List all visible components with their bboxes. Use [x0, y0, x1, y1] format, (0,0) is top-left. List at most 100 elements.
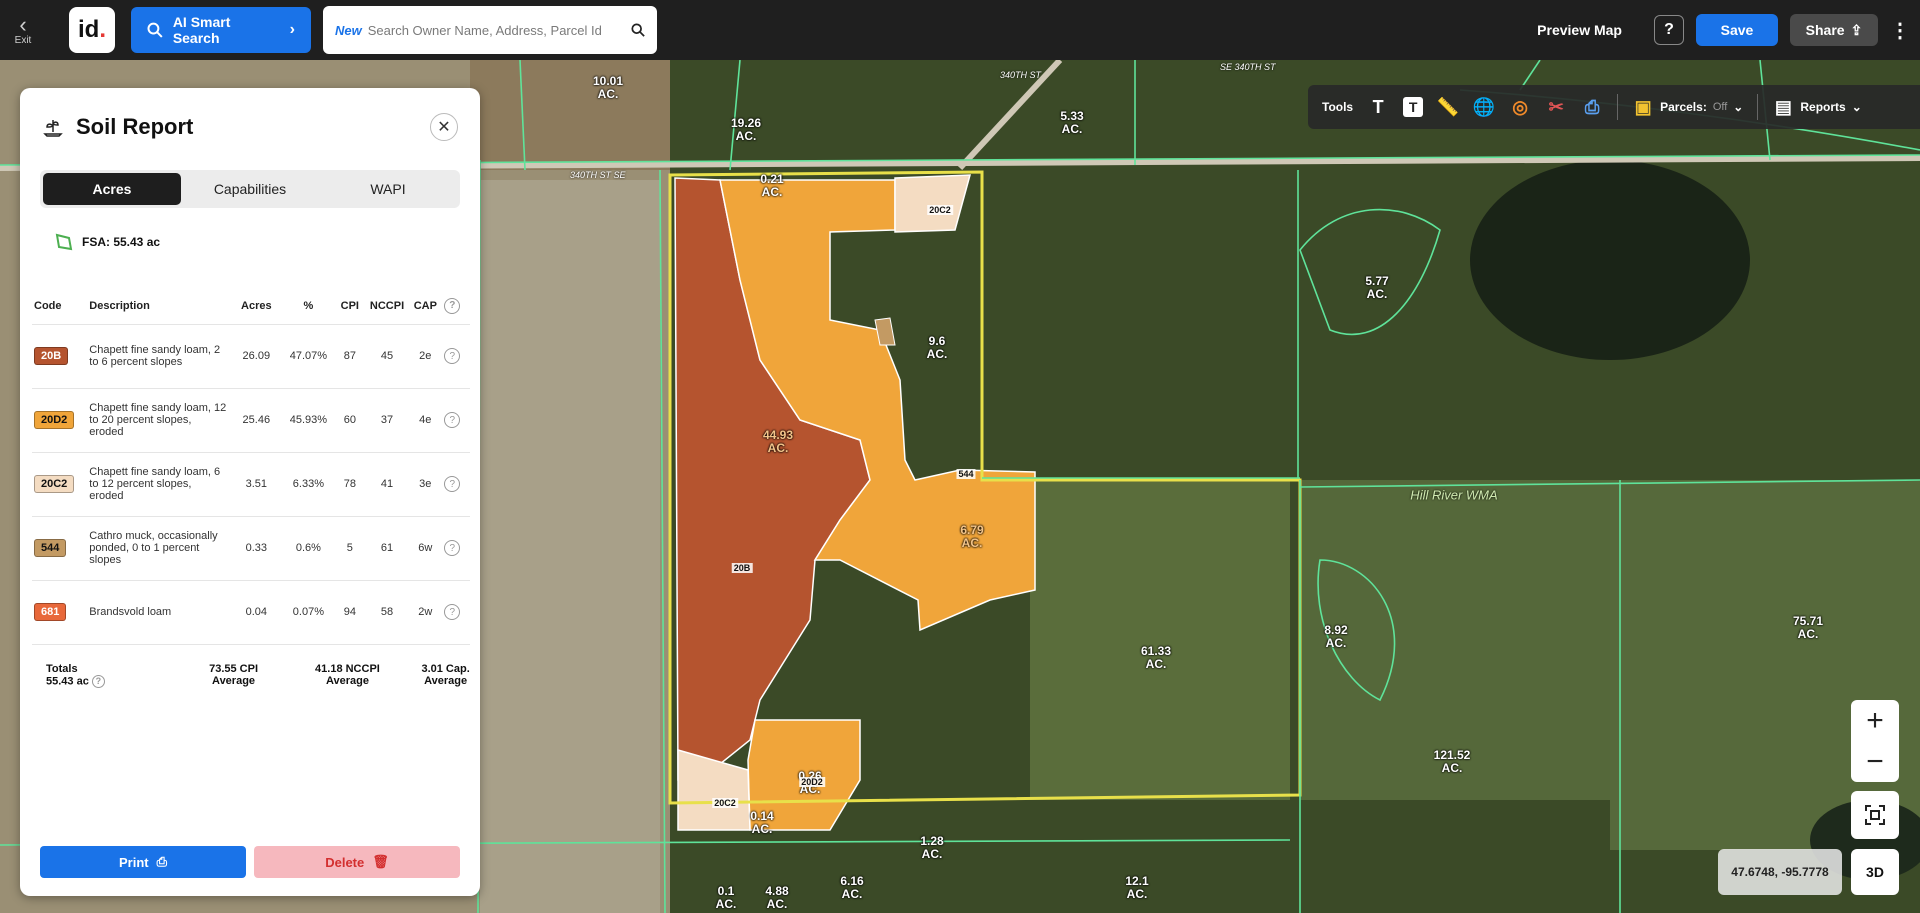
soil-description: Cathro muck, occasionally ponded, 0 to 1… [87, 516, 230, 581]
soil-cpi: 94 [333, 580, 366, 645]
search-icon [147, 22, 163, 38]
soil-plant-icon [43, 120, 63, 137]
soil-nccpi: 41 [365, 452, 409, 517]
fit-bounds-button[interactable] [1851, 791, 1899, 839]
zoom-in-button[interactable]: + [1866, 705, 1884, 736]
totals-avg: Average [424, 674, 468, 687]
col-cpi: CPI [333, 288, 366, 325]
top-bar: ‹ Exit id. AI Smart Search › New Preview… [0, 0, 1920, 60]
3d-view-button[interactable]: 3D [1851, 849, 1899, 895]
acreage-label: 6.79 AC. [960, 523, 984, 550]
soil-code-label: 20C2 [927, 205, 953, 215]
top-bar-actions: Preview Map ? Save Share ⇪ ⋮ [1537, 14, 1920, 46]
table-row: 544 Cathro muck, occasionally ponded, 0 t… [32, 516, 470, 581]
divider [1617, 94, 1619, 120]
help-icon[interactable]: ? [444, 348, 461, 364]
totals-cpi: 73.55 CPI Average [183, 663, 283, 688]
globe-icon[interactable]: 🌐 [1473, 96, 1495, 118]
print-label: Print [118, 854, 149, 870]
preview-map-button[interactable]: Preview Map [1537, 22, 1622, 38]
acreage-label: 75.71 AC. [1792, 614, 1824, 641]
search-icon[interactable] [631, 23, 645, 37]
panel-header: Soil Report ✕ [20, 88, 480, 148]
text-box-tool-icon[interactable]: T [1403, 97, 1424, 117]
share-button[interactable]: Share ⇪ [1790, 14, 1878, 46]
ai-smart-search-button[interactable]: AI Smart Search › [131, 7, 311, 53]
soil-acres: 25.46 [229, 388, 283, 453]
reports-menu[interactable]: ▤ Reports ⌄ [1772, 96, 1862, 118]
help-cell: ? [442, 580, 470, 645]
acreage-label: 12.1 AC. [1125, 874, 1149, 901]
print-icon[interactable]: ⎙ [1581, 96, 1603, 118]
close-icon[interactable]: ✕ [430, 113, 458, 141]
soil-cap: 2e [408, 324, 443, 389]
delete-button[interactable]: Delete 🗑 [254, 846, 460, 878]
help-icon[interactable]: ? [444, 540, 461, 556]
chevron-down-icon: ⌄ [1733, 100, 1744, 114]
code-cell: 20D2 [32, 388, 88, 453]
exit-button[interactable]: ‹ Exit [0, 0, 46, 60]
soil-code-badge: 20C2 [34, 475, 75, 493]
soil-cap: 3e [408, 452, 443, 517]
soil-acres: 26.09 [229, 324, 283, 389]
totals-title: Totals [46, 662, 78, 675]
field-top [470, 60, 670, 170]
help-icon[interactable]: ? [444, 412, 461, 428]
panel-title: Soil Report [76, 114, 194, 139]
acreage-label: 44.93 AC. [762, 428, 794, 455]
table-row: 20D2 Chapett fine sandy loam, 12 to 20 pe… [32, 388, 470, 453]
col-percent: % [282, 288, 334, 325]
col-code: Code [32, 288, 88, 325]
scissors-icon[interactable]: ✂ [1545, 96, 1567, 118]
tab-capabilities[interactable]: Capabilities [181, 173, 319, 205]
zoom-out-button[interactable]: − [1866, 746, 1884, 777]
stripe-field [480, 180, 660, 913]
soil-nccpi: 61 [365, 516, 409, 581]
acreage-label: 4.88 AC. [765, 884, 789, 911]
soil-description: Chapett fine sandy loam, 6 to 12 percent… [87, 452, 230, 517]
more-menu-icon[interactable]: ⋮ [1890, 18, 1910, 43]
soil-acres: 0.33 [229, 516, 283, 581]
polygon-icon [55, 233, 73, 251]
search-input[interactable] [367, 22, 625, 38]
help-icon[interactable]: ? [91, 674, 105, 688]
exit-label: Exit [14, 34, 32, 46]
ai-search-label: AI Smart Search [172, 14, 231, 46]
help-cell: ? [442, 388, 470, 453]
acreage-label: 19.26 AC. [730, 116, 762, 143]
code-cell: 20C2 [32, 452, 88, 517]
tab-wapi[interactable]: WAPI [319, 173, 457, 205]
tab-acres[interactable]: Acres [43, 173, 181, 205]
ruler-icon[interactable]: 📏 [1437, 96, 1459, 118]
parcels-state: Off [1712, 101, 1728, 113]
help-cell: ? [442, 452, 470, 517]
help-icon[interactable]: ? [444, 604, 461, 620]
help-icon[interactable]: ? [444, 297, 461, 314]
code-cell: 544 [32, 516, 88, 581]
chevron-right-icon: › [289, 21, 295, 38]
text-tool-icon[interactable]: T [1367, 96, 1389, 118]
help-button[interactable]: ? [1654, 15, 1684, 45]
app-logo[interactable]: id. [69, 7, 115, 53]
help-icon[interactable]: ? [444, 476, 461, 492]
totals-cap: 3.01 Cap. Average [411, 663, 480, 688]
soil-code-badge: 544 [34, 539, 67, 557]
radius-icon[interactable]: ◎ [1509, 96, 1531, 118]
wma-label: Hill River WMA [1410, 487, 1498, 503]
save-button[interactable]: Save [1696, 14, 1778, 46]
parcels-icon: ▣ [1634, 96, 1652, 117]
acreage-label: 0.14 AC. [750, 809, 774, 836]
totals-cpi-value: 73.55 CPI [209, 662, 258, 675]
col-description: Description [87, 288, 230, 325]
print-button[interactable]: Print ⎙ [40, 846, 246, 878]
fsa-summary: FSA: 55.43 ac [54, 232, 480, 252]
coordinates-display: 47.6748, -95.7778 [1718, 849, 1842, 895]
code-cell: 20B [32, 324, 88, 389]
soil-cpi: 5 [333, 516, 366, 581]
parcels-toggle[interactable]: ▣ Parcels: Off ⌄ [1632, 96, 1744, 118]
reports-label: Reports [1800, 100, 1846, 114]
parcels-label: Parcels: [1660, 100, 1707, 114]
acreage-label: 0.21 AC. [760, 172, 784, 199]
soil-description: Brandsvold loam [87, 580, 230, 645]
totals-label: Totals 55.43 ac ? [46, 663, 183, 688]
